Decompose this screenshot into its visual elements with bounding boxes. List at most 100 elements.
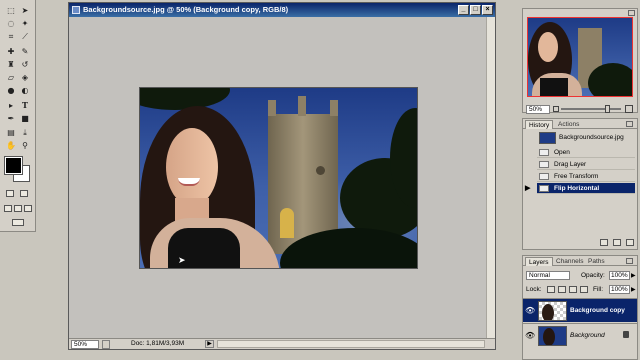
history-state-icon xyxy=(539,185,549,192)
marquee-tool-icon[interactable]: ⬚ xyxy=(5,5,17,16)
maximize-button[interactable]: □ xyxy=(470,5,481,15)
tree-silhouette xyxy=(140,88,230,110)
history-state-icon xyxy=(539,149,549,156)
layer-row-background-copy[interactable]: 👁 Background copy xyxy=(523,298,637,322)
new-document-from-state-icon[interactable] xyxy=(600,239,609,246)
hand-tool-icon[interactable]: ✋ xyxy=(5,140,17,151)
canvas-area[interactable]: ➤ xyxy=(69,17,487,339)
eyedropper-tool-icon[interactable]: ⤓ xyxy=(19,127,31,138)
tower-pinnacle-right xyxy=(330,100,338,116)
tab-actions[interactable]: Actions xyxy=(555,120,582,129)
history-state-label: Drag Layer xyxy=(554,161,587,168)
foreground-color-swatch[interactable] xyxy=(4,156,23,175)
woman-face xyxy=(166,128,218,206)
zoom-level-field[interactable]: 50% xyxy=(71,340,99,349)
paint-bucket-tool-icon[interactable]: ◈ xyxy=(19,72,31,83)
lasso-tool-icon[interactable]: ◌ xyxy=(5,18,17,29)
opacity-field[interactable]: 100% xyxy=(609,271,630,280)
lock-transparency-icon[interactable] xyxy=(547,286,555,293)
history-brush-tool-icon[interactable]: ↺ xyxy=(19,59,31,70)
lock-all-icon[interactable] xyxy=(580,286,588,293)
history-brush-source-icon[interactable]: ▶ xyxy=(525,185,533,192)
clone-stamp-tool-icon[interactable]: ♜ xyxy=(5,59,17,70)
fill-field[interactable]: 100% xyxy=(609,285,630,294)
zoom-tool-icon[interactable]: ⚲ xyxy=(19,140,31,151)
history-panel-menu-icon[interactable] xyxy=(626,121,633,127)
tab-channels[interactable]: Channels xyxy=(553,257,586,266)
layer-name: Background xyxy=(570,332,605,339)
layer-thumb-figure xyxy=(542,304,554,320)
path-selection-tool-icon[interactable]: ▸ xyxy=(5,100,17,111)
history-state-label: Flip Horizontal xyxy=(554,185,600,192)
standard-mode-button[interactable] xyxy=(6,190,14,197)
fill-arrow-icon[interactable]: ▶ xyxy=(631,286,636,293)
lock-position-icon[interactable] xyxy=(569,286,577,293)
dodge-tool-icon[interactable]: ◐ xyxy=(19,85,31,96)
eye-icon[interactable]: 👁 xyxy=(525,306,535,315)
document-image[interactable]: ➤ xyxy=(139,87,418,269)
vertical-scrollbar[interactable] xyxy=(486,17,495,339)
history-state-icon xyxy=(539,161,549,168)
history-state[interactable]: Open xyxy=(537,147,635,158)
notes-tool-icon[interactable]: ▤ xyxy=(5,127,17,138)
slice-tool-icon[interactable]: ⟋ xyxy=(19,31,31,42)
status-menu-arrow-icon[interactable]: ▶ xyxy=(205,340,214,348)
layer-thumbnail xyxy=(538,326,567,346)
navigator-slider-thumb[interactable] xyxy=(605,105,610,113)
layer-name: Background copy xyxy=(570,307,625,314)
pen-tool-icon[interactable]: ✒ xyxy=(5,113,17,124)
tab-layers[interactable]: Layers xyxy=(525,257,553,266)
screen-mode-full-button[interactable] xyxy=(24,205,32,212)
opacity-arrow-icon[interactable]: ▶ xyxy=(631,272,636,279)
magic-wand-tool-icon[interactable]: ✦ xyxy=(19,18,31,29)
eye-icon[interactable]: 👁 xyxy=(525,331,535,340)
history-panel-buttons xyxy=(597,239,634,247)
tab-paths[interactable]: Paths xyxy=(585,257,608,266)
navigator-close-icon[interactable] xyxy=(628,10,635,16)
minimize-button[interactable]: _ xyxy=(458,5,469,15)
navigator-woman-face xyxy=(538,32,558,62)
navigator-woman-top xyxy=(540,78,568,96)
tab-history[interactable]: History xyxy=(525,120,554,129)
trash-icon[interactable] xyxy=(626,239,634,246)
document-titlebar[interactable]: Backgroundsource.jpg @ 50% (Background c… xyxy=(69,3,495,17)
history-state-label: Open xyxy=(554,149,570,156)
layer-row-background[interactable]: 👁 Background xyxy=(523,323,637,347)
tower-pinnacle-left xyxy=(268,100,276,116)
lock-image-icon[interactable] xyxy=(558,286,566,293)
new-snapshot-icon[interactable] xyxy=(613,239,622,246)
toolbox: ⬚ ➤ ◌ ✦ ⌗ ⟋ ✚ ✎ ♜ ↺ ▱ ◈ ● ◐ ▸ T ✒ ■ ▤ ⤓ … xyxy=(0,0,36,232)
navigator-zoom-field[interactable]: 50% xyxy=(526,105,550,114)
tower-clock xyxy=(316,166,325,175)
close-button[interactable]: × xyxy=(482,5,493,15)
jump-to-imageready-button[interactable] xyxy=(12,219,24,226)
history-snapshot[interactable]: Backgroundsource.jpg xyxy=(537,131,635,145)
document-title: Backgroundsource.jpg @ 50% (Background c… xyxy=(83,5,289,14)
screen-mode-standard-button[interactable] xyxy=(4,205,12,212)
history-state[interactable]: Free Transform xyxy=(537,171,635,182)
history-state-selected[interactable]: ▶ Flip Horizontal xyxy=(525,183,635,194)
document-size-info: Doc: 1,81M/3,93M xyxy=(131,340,185,347)
eraser-tool-icon[interactable]: ▱ xyxy=(5,72,17,83)
horizontal-scrollbar[interactable] xyxy=(217,340,485,348)
blur-tool-icon[interactable]: ● xyxy=(5,85,17,96)
zoom-in-icon[interactable] xyxy=(625,105,633,113)
screen-mode-full-menu-button[interactable] xyxy=(14,205,22,212)
zoom-dropdown-icon[interactable] xyxy=(102,340,110,349)
quick-mask-button[interactable] xyxy=(20,190,28,197)
type-tool-icon[interactable]: T xyxy=(19,100,31,111)
healing-brush-tool-icon[interactable]: ✚ xyxy=(5,46,17,57)
move-tool-icon[interactable]: ➤ xyxy=(19,5,31,16)
zoom-out-icon[interactable] xyxy=(553,106,559,112)
navigator-thumbnail[interactable] xyxy=(527,17,633,97)
shape-tool-icon[interactable]: ■ xyxy=(19,113,31,124)
lock-label: Lock: xyxy=(526,286,542,293)
history-state-icon xyxy=(539,173,549,180)
blend-mode-select[interactable]: Normal xyxy=(526,271,570,280)
history-state[interactable]: Drag Layer xyxy=(537,159,635,170)
navigator-zoom-slider[interactable] xyxy=(561,108,621,110)
status-bar: 50% Doc: 1,81M/3,93M ▶ xyxy=(69,338,495,349)
crop-tool-icon[interactable]: ⌗ xyxy=(5,31,17,42)
layers-panel-menu-icon[interactable] xyxy=(626,258,633,264)
brush-tool-icon[interactable]: ✎ xyxy=(19,46,31,57)
